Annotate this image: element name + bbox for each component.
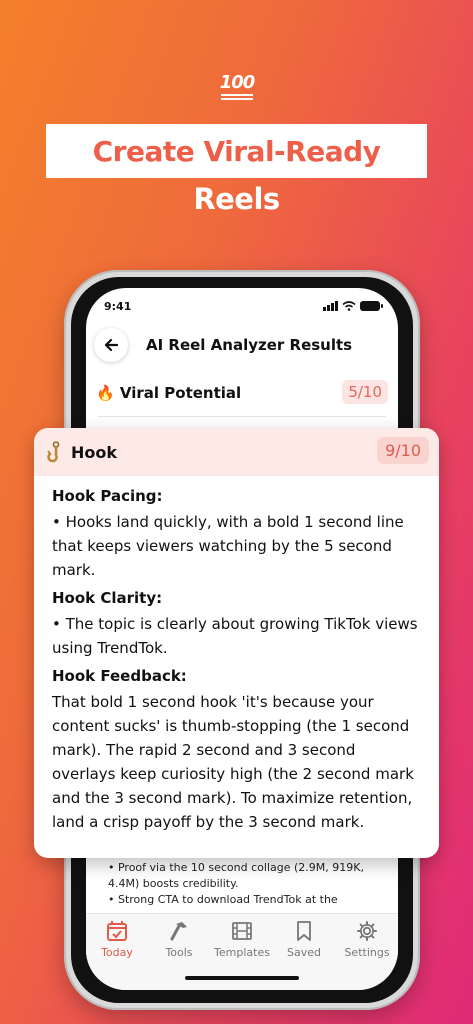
hook-card[interactable]: Hook 9/10 Hook Pacing: • Hooks land quic… xyxy=(34,428,439,858)
section-text: That bold 1 second hook 'it's because yo… xyxy=(52,693,414,831)
bookmark-icon xyxy=(297,921,311,941)
tab-settings[interactable]: Settings xyxy=(336,919,398,959)
back-button[interactable] xyxy=(94,328,128,362)
status-bar: 9:41 xyxy=(86,298,398,318)
fire-icon: 🔥 xyxy=(96,384,115,402)
tab-templates[interactable]: Templates xyxy=(211,919,273,959)
viral-potential-label: 🔥 Viral Potential xyxy=(96,384,242,402)
page-title: AI Reel Analyzer Results xyxy=(146,336,353,354)
gear-icon xyxy=(357,921,377,941)
section-heading: Hook Clarity: xyxy=(52,589,163,607)
status-time: 9:41 xyxy=(104,300,132,313)
headline-box: Create Viral-Ready xyxy=(46,124,427,178)
wifi-icon xyxy=(342,301,356,311)
headline-line2: Reels xyxy=(193,182,280,216)
battery-icon xyxy=(360,301,383,311)
home-indicator xyxy=(185,976,299,980)
hook-card-header[interactable]: Hook 9/10 xyxy=(34,428,439,476)
tab-tools[interactable]: Tools xyxy=(148,919,210,959)
section-text: • The topic is clearly about growing Tik… xyxy=(52,615,418,657)
hook-score-badge: 9/10 xyxy=(377,437,429,464)
tab-today[interactable]: Today xyxy=(86,919,148,959)
hook-title: Hook xyxy=(71,443,118,462)
calendar-check-icon xyxy=(107,921,127,941)
list-item: • Strong CTA to download TrendTok at the xyxy=(108,893,338,906)
section-heading: Hook Feedback: xyxy=(52,667,187,685)
arrow-left-icon xyxy=(104,338,119,352)
viral-score-badge: 5/10 xyxy=(342,380,388,404)
signal-icon xyxy=(323,301,338,311)
badge-text: 100 xyxy=(219,72,256,93)
section-heading: Hook Pacing: xyxy=(52,487,163,505)
badge-100-icon: 100 xyxy=(217,70,257,102)
divider xyxy=(98,416,386,417)
list-item: • Proof via the 10 second collage (2.9M,… xyxy=(108,861,364,890)
section-text: • Hooks land quickly, with a bold 1 seco… xyxy=(52,513,404,579)
film-icon xyxy=(232,922,252,940)
hammer-icon xyxy=(170,922,187,941)
headline-line1: Create Viral-Ready xyxy=(92,134,381,168)
hook-card-body: Hook Pacing: • Hooks land quickly, with … xyxy=(52,484,423,836)
viral-potential-row[interactable]: 🔥 Viral Potential 5/10 xyxy=(96,378,388,410)
hook-icon xyxy=(47,441,60,463)
tab-saved[interactable]: Saved xyxy=(273,919,335,959)
strengths-list: • Proof via the 10 second collage (2.9M,… xyxy=(108,860,388,908)
